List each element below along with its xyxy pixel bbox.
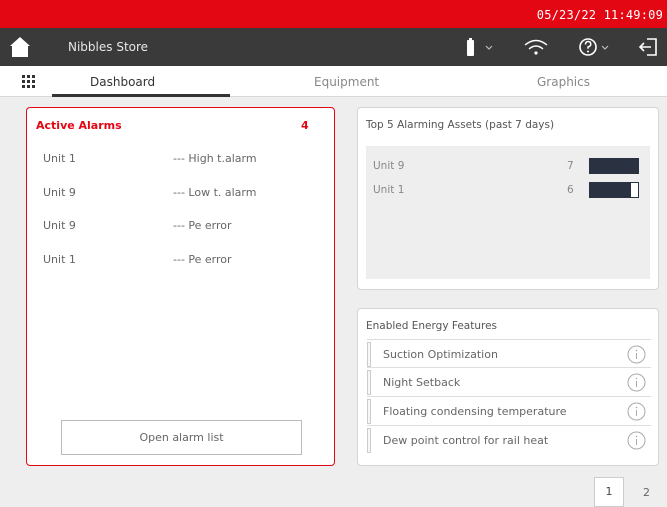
alarm-description: --- Pe error bbox=[173, 219, 232, 232]
alarm-description: --- High t.alarm bbox=[173, 152, 257, 165]
store-name: Nibbles Store bbox=[68, 40, 149, 54]
energy-feature-row[interactable]: Dew point control for rail heat bbox=[367, 426, 651, 455]
tab-bar: Dashboard Equipment Graphics bbox=[0, 66, 667, 97]
active-tab-indicator bbox=[52, 94, 230, 97]
alarm-unit: Unit 9 bbox=[43, 186, 76, 199]
alarm-description: --- Pe error bbox=[173, 253, 232, 266]
active-alarms-title: Active Alarms bbox=[36, 119, 122, 132]
app-grid-button[interactable] bbox=[22, 75, 36, 89]
energy-feature-label: Dew point control for rail heat bbox=[383, 434, 549, 447]
asset-bar bbox=[589, 158, 639, 174]
energy-features-title: Enabled Energy Features bbox=[366, 320, 498, 332]
asset-count: 6 bbox=[567, 184, 574, 196]
battery-icon bbox=[467, 38, 493, 56]
asset-bar-fill bbox=[590, 183, 632, 197]
energy-feature-label: Night Setback bbox=[383, 376, 461, 389]
battery-menu[interactable] bbox=[466, 36, 500, 58]
wifi-icon bbox=[524, 39, 548, 55]
datetime: 05/23/22 11:49:09 bbox=[536, 8, 663, 22]
alarm-description: --- Low t. alarm bbox=[173, 186, 257, 199]
logout-button[interactable] bbox=[637, 36, 661, 58]
asset-name: Unit 9 bbox=[373, 160, 405, 172]
page-1-button[interactable]: 1 bbox=[594, 477, 624, 507]
asset-name: Unit 1 bbox=[373, 184, 405, 196]
tab-graphics[interactable]: Graphics bbox=[537, 75, 590, 89]
logout-icon bbox=[638, 38, 657, 56]
feature-status-marker bbox=[367, 370, 371, 395]
alarm-unit: Unit 1 bbox=[43, 152, 76, 165]
top-alarming-assets-title: Top 5 Alarming Assets (past 7 days) bbox=[366, 119, 555, 131]
tab-equipment[interactable]: Equipment bbox=[314, 75, 379, 89]
alarm-unit: Unit 9 bbox=[43, 219, 76, 232]
info-icon[interactable] bbox=[627, 431, 646, 450]
feature-status-marker bbox=[367, 342, 371, 367]
asset-row[interactable]: Unit 1 6 bbox=[373, 182, 643, 198]
asset-row[interactable]: Unit 9 7 bbox=[373, 158, 643, 174]
assets-list: Unit 9 7 Unit 1 6 bbox=[366, 146, 650, 279]
home-button[interactable] bbox=[8, 35, 32, 59]
info-icon[interactable] bbox=[627, 345, 646, 364]
alarm-unit: Unit 1 bbox=[43, 253, 76, 266]
help-icon bbox=[579, 38, 609, 56]
energy-feature-row[interactable]: Floating condensing temperature bbox=[367, 397, 651, 426]
asset-bar-fill bbox=[590, 159, 638, 173]
status-strip: 05/23/22 11:49:09 bbox=[0, 0, 667, 28]
asset-count: 7 bbox=[567, 160, 574, 172]
asset-bar bbox=[589, 182, 639, 198]
home-icon bbox=[10, 37, 30, 57]
top-bar: Nibbles Store bbox=[0, 28, 667, 66]
feature-status-marker bbox=[367, 428, 371, 453]
feature-status-marker bbox=[367, 399, 371, 424]
open-alarm-list-button[interactable]: Open alarm list bbox=[61, 420, 302, 455]
tab-dashboard[interactable]: Dashboard bbox=[90, 75, 155, 89]
active-alarms-card: Active Alarms 4 Unit 1 --- High t.alarm … bbox=[26, 107, 335, 466]
energy-feature-label: Suction Optimization bbox=[383, 348, 498, 361]
page-2-button[interactable]: 2 bbox=[643, 486, 650, 499]
help-menu[interactable] bbox=[578, 36, 614, 58]
active-alarms-count: 4 bbox=[301, 119, 309, 132]
info-icon[interactable] bbox=[627, 402, 646, 421]
top-alarming-assets-card: Top 5 Alarming Assets (past 7 days) Unit… bbox=[357, 107, 659, 290]
energy-features-card: Enabled Energy Features Suction Optimiza… bbox=[357, 308, 659, 466]
energy-feature-label: Floating condensing temperature bbox=[383, 405, 567, 418]
wifi-status[interactable] bbox=[522, 36, 550, 58]
energy-feature-row[interactable]: Suction Optimization bbox=[367, 339, 651, 368]
info-icon[interactable] bbox=[627, 373, 646, 392]
energy-feature-row[interactable]: Night Setback bbox=[367, 368, 651, 397]
